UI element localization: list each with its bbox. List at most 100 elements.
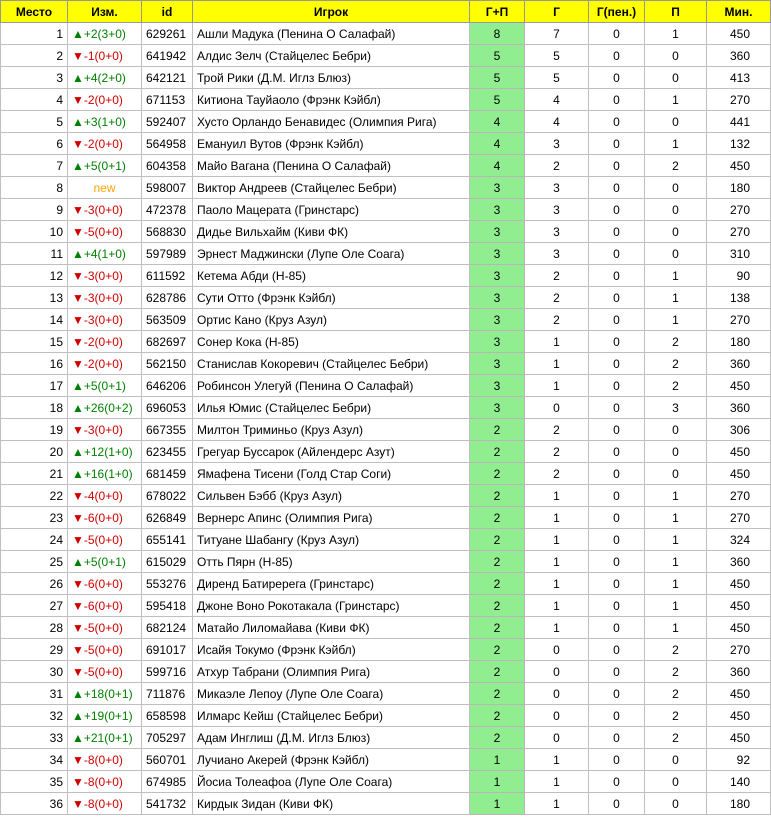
cell-assists[interactable]: 2	[644, 726, 707, 749]
cell-place[interactable]: 15	[0, 330, 68, 353]
cell-assists[interactable]: 0	[644, 462, 707, 485]
cell-player[interactable]: Ямафена Тисени (Голд Стар Соги)	[192, 462, 470, 485]
cell-goals[interactable]: 4	[524, 110, 589, 133]
cell-minutes[interactable]: 360	[706, 550, 771, 573]
cell-goals[interactable]: 1	[524, 748, 589, 771]
cell-player[interactable]: Сонер Кока (Н-85)	[192, 330, 470, 353]
cell-penalty-goals[interactable]: 0	[588, 220, 645, 243]
cell-penalty-goals[interactable]: 0	[588, 792, 645, 815]
cell-change[interactable]: ▼-3(0+0)	[67, 308, 142, 331]
cell-id[interactable]: 629261	[141, 22, 193, 45]
cell-id[interactable]: 568830	[141, 220, 193, 243]
cell-goals-plus-assists[interactable]: 2	[469, 528, 525, 551]
cell-place[interactable]: 23	[0, 506, 68, 529]
cell-id[interactable]: 641942	[141, 44, 193, 67]
cell-place[interactable]: 21	[0, 462, 68, 485]
cell-goals-plus-assists[interactable]: 2	[469, 616, 525, 639]
cell-goals[interactable]: 0	[524, 396, 589, 419]
cell-assists[interactable]: 3	[644, 396, 707, 419]
cell-goals-plus-assists[interactable]: 2	[469, 506, 525, 529]
cell-minutes[interactable]: 270	[706, 638, 771, 661]
cell-change[interactable]: ▲+4(2+0)	[67, 66, 142, 89]
cell-place[interactable]: 31	[0, 682, 68, 705]
cell-goals-plus-assists[interactable]: 5	[469, 88, 525, 111]
cell-goals-plus-assists[interactable]: 4	[469, 110, 525, 133]
cell-minutes[interactable]: 270	[706, 506, 771, 529]
cell-player[interactable]: Диренд Батиререга (Гринстарс)	[192, 572, 470, 595]
cell-place[interactable]: 4	[0, 88, 68, 111]
cell-id[interactable]: 626849	[141, 506, 193, 529]
cell-change[interactable]: ▲+18(0+1)	[67, 682, 142, 705]
table-row[interactable]: 1 ▲+2(3+0) 629261 Ашли Мадука (Пенина О Сал…	[0, 22, 771, 45]
cell-goals[interactable]: 2	[524, 264, 589, 287]
cell-place[interactable]: 35	[0, 770, 68, 793]
cell-player[interactable]: Емануил Вутов (Фрэнк Кэйбл)	[192, 132, 470, 155]
cell-goals-plus-assists[interactable]: 3	[469, 242, 525, 265]
header-assists[interactable]: П	[644, 0, 707, 23]
cell-goals-plus-assists[interactable]: 5	[469, 44, 525, 67]
header-player[interactable]: Игрок	[192, 0, 470, 23]
table-row[interactable]: 16 ▼-2(0+0) 562150 Станислав Кокоревич (Ста…	[0, 352, 771, 375]
cell-goals-plus-assists[interactable]: 4	[469, 154, 525, 177]
cell-minutes[interactable]: 140	[706, 770, 771, 793]
cell-penalty-goals[interactable]: 0	[588, 594, 645, 617]
cell-id[interactable]: 623455	[141, 440, 193, 463]
cell-penalty-goals[interactable]: 0	[588, 770, 645, 793]
cell-assists[interactable]: 0	[644, 242, 707, 265]
cell-player[interactable]: Титуане Шабангу (Круз Азул)	[192, 528, 470, 551]
cell-assists[interactable]: 1	[644, 550, 707, 573]
header-change[interactable]: Изм.	[67, 0, 142, 23]
cell-goals-plus-assists[interactable]: 3	[469, 176, 525, 199]
table-row[interactable]: 35 ▼-8(0+0) 674985 Йосиа Толеафоа (Лупе Оле…	[0, 770, 771, 793]
cell-goals-plus-assists[interactable]: 3	[469, 220, 525, 243]
cell-goals-plus-assists[interactable]: 2	[469, 726, 525, 749]
table-row[interactable]: 26 ▼-6(0+0) 553276 Диренд Батиререга (Гринс…	[0, 572, 771, 595]
cell-player[interactable]: Исайя Токумо (Фрэнк Кэйбл)	[192, 638, 470, 661]
cell-assists[interactable]: 0	[644, 110, 707, 133]
cell-change[interactable]: ▲+2(3+0)	[67, 22, 142, 45]
cell-minutes[interactable]: 360	[706, 352, 771, 375]
cell-assists[interactable]: 1	[644, 572, 707, 595]
cell-goals-plus-assists[interactable]: 1	[469, 792, 525, 815]
cell-place[interactable]: 5	[0, 110, 68, 133]
cell-goals[interactable]: 1	[524, 616, 589, 639]
cell-goals[interactable]: 1	[524, 770, 589, 793]
cell-change[interactable]: ▼-5(0+0)	[67, 660, 142, 683]
cell-place[interactable]: 14	[0, 308, 68, 331]
cell-penalty-goals[interactable]: 0	[588, 242, 645, 265]
cell-place[interactable]: 12	[0, 264, 68, 287]
cell-id[interactable]: 667355	[141, 418, 193, 441]
cell-change[interactable]: ▲+26(0+2)	[67, 396, 142, 419]
table-row[interactable]: 3 ▲+4(2+0) 642121 Трой Рики (Д.М. Иглз Блюз…	[0, 66, 771, 89]
cell-place[interactable]: 34	[0, 748, 68, 771]
cell-player[interactable]: Робинсон Улегуй (Пенина О Салафай)	[192, 374, 470, 397]
cell-id[interactable]: 541732	[141, 792, 193, 815]
cell-player[interactable]: Майо Вагана (Пенина О Салафай)	[192, 154, 470, 177]
table-row[interactable]: 17 ▲+5(0+1) 646206 Робинсон Улегуй (Пенина …	[0, 374, 771, 397]
cell-place[interactable]: 26	[0, 572, 68, 595]
cell-goals[interactable]: 3	[524, 198, 589, 221]
cell-goals-plus-assists[interactable]: 3	[469, 352, 525, 375]
cell-place[interactable]: 1	[0, 22, 68, 45]
cell-id[interactable]: 615029	[141, 550, 193, 573]
cell-assists[interactable]: 2	[644, 330, 707, 353]
cell-goals[interactable]: 2	[524, 440, 589, 463]
cell-player[interactable]: Йосиа Толеафоа (Лупе Оле Соага)	[192, 770, 470, 793]
cell-place[interactable]: 30	[0, 660, 68, 683]
cell-change[interactable]: ▼-8(0+0)	[67, 792, 142, 815]
cell-penalty-goals[interactable]: 0	[588, 572, 645, 595]
cell-id[interactable]: 599716	[141, 660, 193, 683]
cell-penalty-goals[interactable]: 0	[588, 330, 645, 353]
cell-penalty-goals[interactable]: 0	[588, 682, 645, 705]
cell-place[interactable]: 17	[0, 374, 68, 397]
cell-minutes[interactable]: 450	[706, 374, 771, 397]
cell-id[interactable]: 658598	[141, 704, 193, 727]
cell-penalty-goals[interactable]: 0	[588, 396, 645, 419]
cell-assists[interactable]: 1	[644, 308, 707, 331]
table-row[interactable]: 12 ▼-3(0+0) 611592 Кетема Абди (Н-85) 3 2 0 1 90	[0, 264, 771, 287]
cell-goals-plus-assists[interactable]: 2	[469, 660, 525, 683]
cell-player[interactable]: Кетема Абди (Н-85)	[192, 264, 470, 287]
table-row[interactable]: 25 ▲+5(0+1) 615029 Отть Пярн (Н-85) 2 1 0 1 360	[0, 550, 771, 573]
cell-penalty-goals[interactable]: 0	[588, 264, 645, 287]
cell-assists[interactable]: 1	[644, 484, 707, 507]
